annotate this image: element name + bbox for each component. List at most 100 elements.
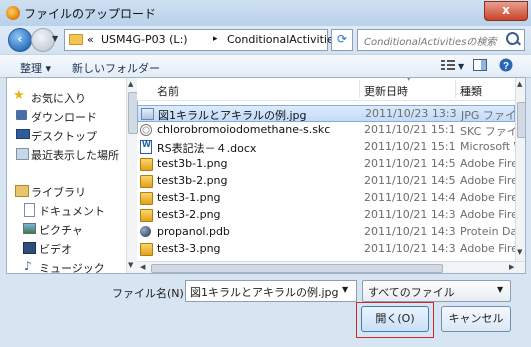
- desktop-icon: [16, 129, 30, 139]
- navigation-pane: ★ お気に入り ダウンロード デスクトップ 最近表示した場所 ライブラリ ドキュ…: [7, 78, 126, 273]
- filename-label: ファイル名(N):: [112, 287, 188, 300]
- file-name: test3-3.png: [157, 242, 221, 255]
- search-icon[interactable]: [506, 32, 519, 45]
- file-row[interactable]: test3-1.png 2011/10/21 14:44 Adobe Firew: [137, 190, 520, 207]
- column-separator[interactable]: [455, 80, 456, 98]
- file-row[interactable]: chlorobromoiodomethane-s.skc 2011/10/21 1…: [137, 122, 520, 139]
- scroll-left-arrow-icon[interactable]: ◀: [140, 263, 145, 271]
- scroll-up-arrow-icon[interactable]: ▲: [517, 80, 522, 88]
- breadcrumb-drive[interactable]: USM4G-P03 (L:): [101, 33, 188, 46]
- file-name: chlorobromoiodomethane-s.skc: [157, 123, 331, 136]
- file-row[interactable]: test3b-1.png 2011/10/21 14:58 Adobe Firew: [137, 156, 520, 173]
- back-button[interactable]: ‹: [8, 28, 32, 52]
- firefox-icon: [6, 6, 20, 20]
- cancel-button[interactable]: キャンセル: [441, 306, 511, 332]
- file-name: propanol.pdb: [157, 225, 230, 238]
- file-row[interactable]: 図1キラルとアキラルの例.jpg 2011/10/23 13:36 JPG ファイル: [137, 105, 521, 122]
- history-dropdown-icon[interactable]: ▼: [52, 32, 62, 46]
- refresh-icon[interactable]: ⟳: [331, 29, 353, 51]
- navigation-scrollbar[interactable]: ▲ ▼: [126, 78, 138, 273]
- docx-file-icon: [140, 140, 152, 154]
- file-type: JPG ファイル: [461, 109, 521, 122]
- search-placeholder: ConditionalActivitiesの検索: [364, 37, 497, 48]
- file-list-vertical-scrollbar[interactable]: ▲ ▼: [515, 78, 525, 261]
- nav-item-label: ドキュメント: [39, 205, 105, 218]
- nav-item-label: ビデオ: [39, 243, 72, 256]
- open-button[interactable]: 開く(O): [361, 306, 429, 332]
- file-date: 2011/10/21 14:30: [364, 242, 456, 255]
- file-name: test3b-1.png: [157, 157, 228, 170]
- file-date: 2011/10/21 14:58: [364, 157, 456, 170]
- nav-item-label: 最近表示した場所: [31, 149, 119, 162]
- svg-text:?: ?: [503, 61, 509, 72]
- file-row[interactable]: test3b-2.png 2011/10/21 14:55 Adobe Firew: [137, 173, 520, 190]
- file-list-horizontal-scrollbar[interactable]: ◀ ▶: [137, 261, 525, 273]
- filename-value[interactable]: 図1キラルとアキラルの例.jpg: [190, 284, 339, 300]
- nav-item-label: ライブラリ: [31, 186, 86, 199]
- column-separator[interactable]: [359, 80, 360, 98]
- column-header-date[interactable]: 更新日時: [364, 83, 408, 99]
- jpg-file-icon: [141, 108, 154, 120]
- music-icon: ♪: [24, 259, 32, 273]
- filetype-value[interactable]: すべてのファイル: [368, 284, 455, 300]
- documents-icon: [24, 203, 35, 217]
- filetype-select[interactable]: すべてのファイル ▼: [362, 280, 511, 302]
- file-row[interactable]: propanol.pdb 2011/10/21 14:32 Protein Data: [137, 224, 520, 241]
- help-icon[interactable]: ?: [498, 58, 514, 72]
- file-row[interactable]: RS表記法－４.docx 2011/10/21 15:10 Microsoft Wo: [137, 139, 520, 156]
- pictures-icon: [23, 223, 36, 234]
- file-date: 2011/10/21 15:10: [364, 140, 456, 153]
- view-dropdown-icon[interactable]: ▼: [458, 62, 464, 71]
- recent-places-icon: [16, 148, 29, 160]
- file-name: 図1キラルとアキラルの例.jpg: [158, 109, 307, 122]
- window-title: ファイルのアップロード: [24, 7, 157, 21]
- png-file-icon: [140, 158, 153, 171]
- nav-item-label: ダウンロード: [31, 111, 97, 124]
- sort-arrow-icon: ▾: [407, 77, 411, 83]
- nav-item-label: ミュージック: [39, 262, 105, 274]
- breadcrumb-folder[interactable]: ConditionalActivities: [227, 33, 339, 46]
- nav-item-label: お気に入り: [31, 92, 86, 105]
- file-type: Adobe Firew: [460, 157, 520, 170]
- close-button[interactable]: x: [484, 1, 528, 21]
- file-date: 2011/10/21 14:55: [364, 174, 456, 187]
- column-header-name[interactable]: 名前: [157, 83, 179, 99]
- library-icon: [15, 185, 29, 197]
- filename-dropdown-icon[interactable]: ▼: [342, 285, 348, 294]
- new-folder-button[interactable]: 新しいフォルダー: [72, 60, 160, 76]
- scroll-down-arrow-icon[interactable]: ▼: [128, 261, 133, 269]
- file-list: 名前 更新日時 ▾ 種類 図1キラルとアキラルの例.jpg 2011/10/23 …: [137, 78, 525, 273]
- filename-input[interactable]: 図1キラルとアキラルの例.jpg ▼: [185, 280, 357, 302]
- file-type: Microsoft Wo: [460, 140, 520, 153]
- browser-panes: ★ お気に入り ダウンロード デスクトップ 最近表示した場所 ライブラリ ドキュ…: [6, 77, 526, 274]
- breadcrumb-prefix[interactable]: «: [87, 33, 94, 46]
- view-options-icon[interactable]: [440, 58, 456, 72]
- videos-icon: [23, 242, 36, 254]
- file-date: 2011/10/23 13:36: [365, 107, 457, 120]
- file-type: Adobe Firew: [460, 242, 520, 255]
- scroll-down-arrow-icon[interactable]: ▼: [517, 248, 522, 256]
- file-type: Adobe Firew: [460, 174, 520, 187]
- scroll-up-arrow-icon[interactable]: ▲: [128, 80, 133, 88]
- preview-pane-icon[interactable]: [472, 58, 488, 72]
- breadcrumb[interactable]: « USM4G-P03 (L:) ▸ ConditionalActivities…: [64, 29, 375, 51]
- column-header-type[interactable]: 種類: [460, 83, 482, 99]
- scroll-right-arrow-icon[interactable]: ▶: [509, 263, 514, 271]
- file-row[interactable]: test3-2.png 2011/10/21 14:34 Adobe Firew: [137, 207, 520, 224]
- file-type: SKC ファイル: [460, 125, 520, 138]
- toolbar: 整理 ▾ 新しいフォルダー ▼ ?: [0, 54, 531, 78]
- file-row[interactable]: test3-3.png 2011/10/21 14:30 Adobe Firew: [137, 241, 520, 258]
- title-bar: ファイルのアップロード x: [0, 0, 531, 27]
- search-input[interactable]: ConditionalActivitiesの検索: [357, 29, 525, 51]
- filetype-dropdown-icon[interactable]: ▼: [497, 285, 503, 294]
- organize-button[interactable]: 整理 ▾: [20, 60, 51, 76]
- nav-item-label: ピクチャ: [39, 224, 83, 237]
- file-date: 2011/10/21 15:12: [364, 123, 456, 136]
- file-type: Protein Data: [460, 225, 520, 238]
- file-name: test3-1.png: [157, 191, 221, 204]
- scrollbar-thumb[interactable]: [151, 264, 443, 273]
- png-file-icon: [140, 175, 153, 188]
- file-date: 2011/10/21 14:32: [364, 225, 456, 238]
- breadcrumb-separator[interactable]: ▸: [213, 34, 218, 44]
- scrollbar-thumb[interactable]: [517, 102, 525, 138]
